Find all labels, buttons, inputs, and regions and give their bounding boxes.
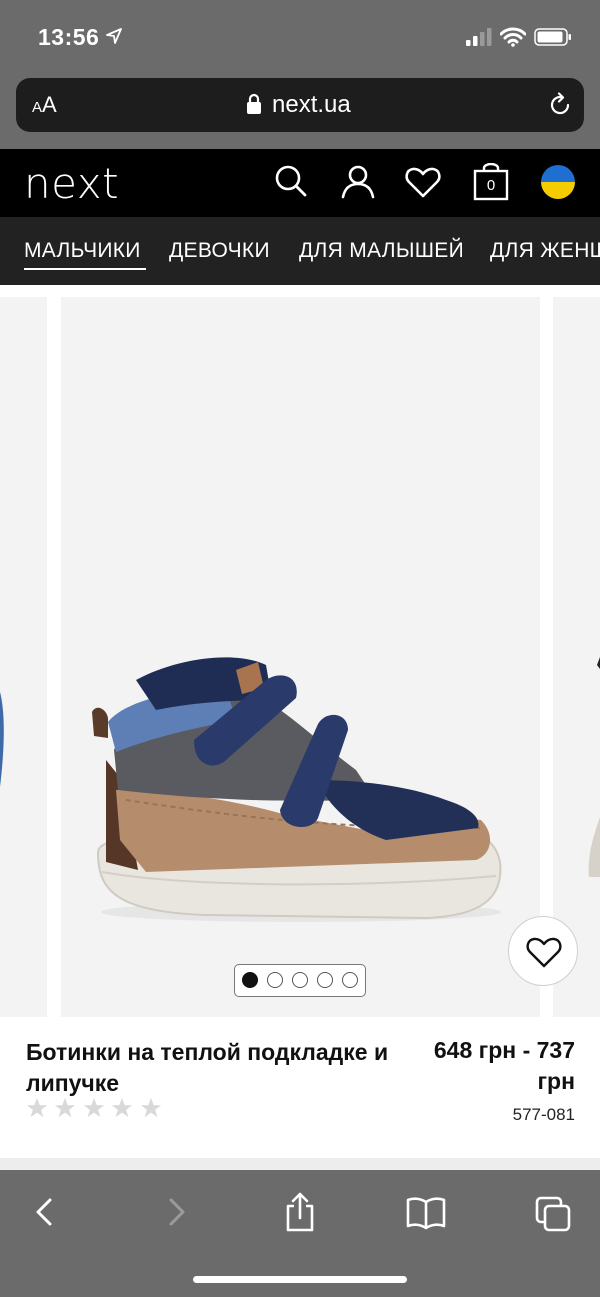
carousel-dot-2[interactable] (267, 972, 283, 988)
ukraine-flag-icon[interactable] (541, 165, 575, 199)
star-icon (26, 1097, 48, 1118)
account-icon[interactable] (339, 163, 377, 201)
star-icon (83, 1097, 104, 1118)
browser-address-area: AA next.ua (0, 78, 600, 149)
star-icon (112, 1097, 133, 1118)
carousel-dot-4[interactable] (317, 972, 333, 988)
search-icon[interactable] (272, 163, 310, 201)
bookmarks-icon[interactable] (406, 1190, 446, 1234)
star-icon (140, 1097, 161, 1118)
share-icon[interactable] (280, 1190, 320, 1234)
active-tab-underline (24, 268, 146, 270)
next-image-tile[interactable] (553, 297, 600, 1017)
tabs-icon[interactable] (534, 1190, 574, 1234)
carousel-dot-1[interactable] (242, 972, 258, 988)
back-icon[interactable] (26, 1190, 66, 1234)
status-time: 13:56 (38, 24, 100, 50)
product-image (92, 657, 502, 922)
status-bar: 13:56 (0, 0, 600, 78)
address-domain[interactable]: next.ua (272, 91, 351, 119)
rating-stars (26, 1097, 164, 1124)
product-sku: 577-081 (512, 1105, 575, 1124)
category-nav: МАЛЬЧИКИ ДЕВОЧКИ ДЛЯ МАЛЫШЕЙ ДЛЯ ЖЕНЩИН (0, 217, 600, 285)
carousel-dot-3[interactable] (292, 972, 308, 988)
address-bar[interactable]: AA next.ua (16, 78, 584, 132)
product-title[interactable]: Ботинки на теплой подкладке и липучке (26, 1037, 410, 1099)
tab-babies[interactable]: ДЛЯ МАЛЫШЕЙ (299, 239, 464, 263)
tab-women[interactable]: ДЛЯ ЖЕНЩИН (490, 239, 600, 263)
bag-button[interactable]: 0 (473, 162, 509, 201)
reload-icon[interactable] (547, 92, 573, 118)
heart-icon (526, 937, 562, 968)
bag-count: 0 (486, 177, 496, 194)
battery-icon (534, 28, 571, 46)
section-divider (0, 1158, 600, 1170)
tab-boys[interactable]: МАЛЬЧИКИ (24, 239, 141, 263)
text-size-button[interactable]: AA (32, 92, 57, 118)
product-price: 648 грн - 737 грн (433, 1037, 575, 1094)
next-logo[interactable]: next (24, 159, 119, 208)
star-icon (55, 1097, 76, 1118)
lock-icon (247, 93, 261, 114)
home-indicator (193, 1276, 407, 1283)
cellular-signal-icon (466, 28, 492, 46)
wifi-icon (500, 27, 526, 47)
product-info: Ботинки на теплой подкладке и липучке 64… (0, 1017, 600, 1170)
tab-girls[interactable]: ДЕВОЧКИ (169, 239, 270, 263)
add-to-favourites-button[interactable] (508, 916, 578, 986)
next-shoe-image (588, 657, 600, 877)
carousel-pagination (234, 964, 366, 997)
forward-icon[interactable] (155, 1190, 195, 1234)
previous-image-tile[interactable] (0, 297, 47, 1017)
favourites-heart-icon[interactable] (404, 163, 442, 201)
site-header: next 0 (0, 149, 600, 217)
carousel-dot-5[interactable] (342, 972, 358, 988)
location-arrow-icon (106, 28, 122, 44)
previous-shoe-image (0, 692, 4, 787)
